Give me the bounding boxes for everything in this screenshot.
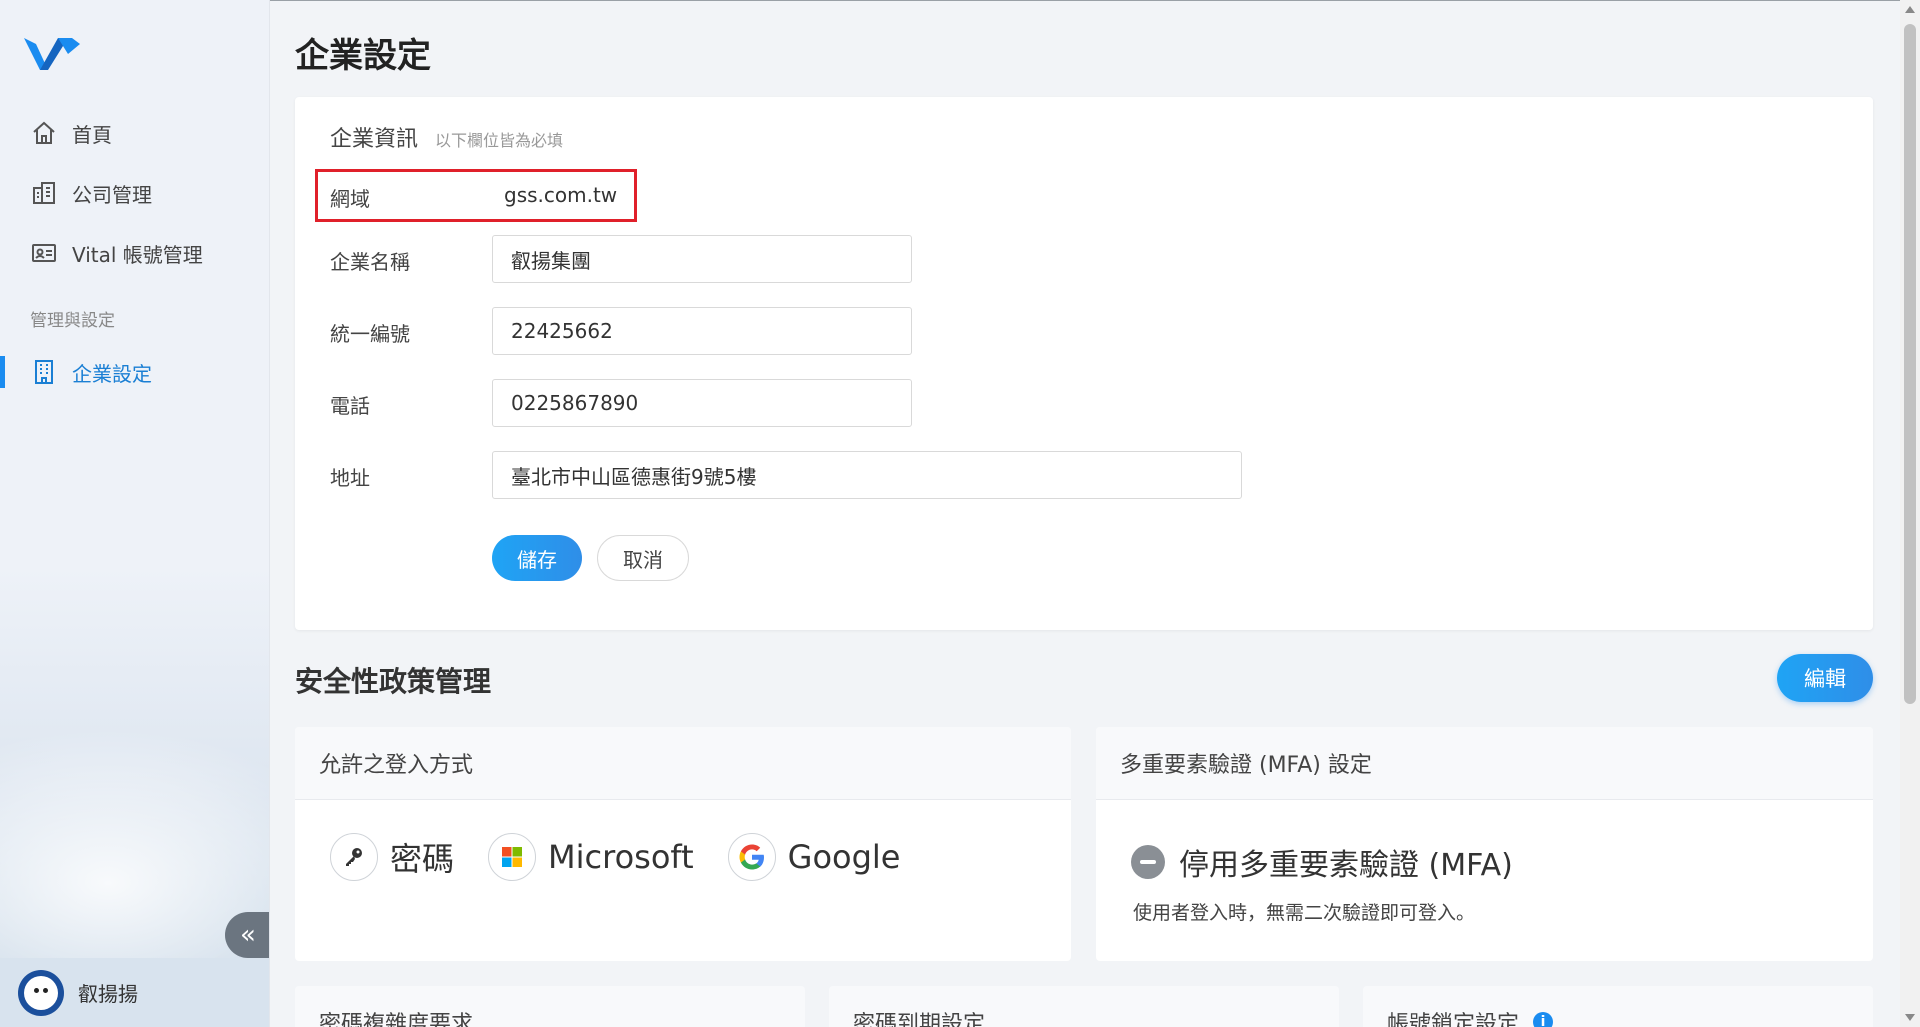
sidebar-item-vital-accounts[interactable]: Vital 帳號管理	[0, 231, 269, 275]
page-scrollbar[interactable]	[1900, 0, 1920, 1027]
account-lockout-title: 帳號鎖定設定	[1387, 1012, 1520, 1027]
microsoft-icon	[488, 833, 537, 881]
security-policy-title: 安全性政策管理	[295, 665, 492, 698]
sidebar-item-company-management[interactable]: 公司管理	[0, 171, 269, 215]
sidebar: 首頁 公司管理 Vital 帳號管理 管理與設定 企業設定 « 叡揚揚	[0, 0, 270, 1027]
phone-label: 電話	[330, 394, 370, 418]
account-lockout-heading: 帳號鎖定設定 i	[1363, 986, 1873, 1027]
sidebar-item-label: Vital 帳號管理	[72, 242, 203, 267]
address-label: 地址	[330, 466, 370, 490]
phone-field[interactable]: 0225867890	[492, 379, 912, 427]
building-icon	[30, 179, 58, 207]
edit-button[interactable]: 編輯	[1777, 654, 1873, 702]
scroll-down-icon[interactable]	[1905, 1014, 1915, 1021]
key-icon	[330, 833, 378, 881]
company-info-card: 企業資訊 以下欄位皆為必填 網域 gss.com.tw 企業名稱 叡揚集團 統一…	[295, 97, 1873, 630]
cancel-button[interactable]: 取消	[597, 535, 689, 581]
id-card-icon	[30, 239, 58, 267]
user-name: 叡揚揚	[78, 982, 138, 1006]
app-logo[interactable]	[22, 30, 82, 78]
required-note: 以下欄位皆為必填	[435, 131, 564, 150]
password-expiry-title: 密碼到期設定	[829, 986, 1339, 1027]
login-method-google: Google	[727, 833, 901, 881]
google-icon	[727, 833, 776, 881]
sidebar-item-enterprise-settings[interactable]: 企業設定	[0, 350, 269, 394]
minus-circle-icon	[1131, 845, 1165, 879]
scrollbar-thumb[interactable]	[1904, 24, 1916, 704]
password-complexity-panel: 密碼複雜度要求	[295, 986, 805, 1027]
domain-label: 網域	[330, 187, 370, 211]
login-method-microsoft: Microsoft	[488, 833, 694, 881]
login-method-password: 密碼	[330, 833, 454, 881]
login-methods-list: 密碼 Microsoft Google	[295, 800, 1071, 881]
company-info-title: 企業資訊	[330, 127, 419, 152]
info-icon[interactable]: i	[1533, 1012, 1554, 1027]
account-lockout-panel: 帳號鎖定設定 i	[1363, 986, 1873, 1027]
mfa-status-text: 停用多重要素驗證 (MFA)	[1179, 848, 1513, 883]
login-method-label: Microsoft	[548, 838, 694, 876]
sidebar-item-label: 首頁	[72, 122, 112, 147]
login-methods-title: 允許之登入方式	[295, 727, 1071, 800]
home-icon	[30, 119, 58, 147]
sidebar-item-label: 企業設定	[72, 361, 152, 386]
sidebar-item-label: 公司管理	[72, 182, 152, 207]
sidebar-item-home[interactable]: 首頁	[0, 111, 269, 155]
page-title: 企業設定	[295, 36, 431, 76]
tax-id-label: 統一編號	[330, 322, 410, 346]
company-name-field[interactable]: 叡揚集團	[492, 235, 912, 283]
mfa-settings-title: 多重要素驗證 (MFA) 設定	[1096, 727, 1873, 800]
mfa-status: 停用多重要素驗證 (MFA)	[1096, 800, 1873, 884]
top-divider	[270, 0, 1900, 1]
office-icon	[30, 358, 58, 386]
collapse-sidebar-button[interactable]: «	[225, 912, 269, 958]
password-complexity-title: 密碼複雜度要求	[295, 986, 805, 1027]
mfa-settings-panel: 多重要素驗證 (MFA) 設定 停用多重要素驗證 (MFA) 使用者登入時，無需…	[1096, 727, 1873, 961]
user-profile[interactable]: 叡揚揚	[0, 958, 269, 1027]
login-method-label: 密碼	[390, 840, 455, 878]
password-expiry-panel: 密碼到期設定	[829, 986, 1339, 1027]
login-method-label: Google	[787, 838, 901, 876]
save-button[interactable]: 儲存	[492, 535, 582, 581]
domain-value: gss.com.tw	[504, 183, 618, 207]
tax-id-field[interactable]: 22425662	[492, 307, 912, 355]
double-chevron-left-icon: «	[240, 920, 256, 950]
login-methods-panel: 允許之登入方式 密碼 Microsoft Google	[295, 727, 1071, 961]
scroll-up-icon[interactable]	[1905, 6, 1915, 13]
company-info-heading: 企業資訊 以下欄位皆為必填	[330, 121, 563, 153]
company-name-label: 企業名稱	[330, 250, 410, 274]
address-field[interactable]: 臺北市中山區德惠街9號5樓	[492, 451, 1242, 499]
mfa-description: 使用者登入時，無需二次驗證即可登入。	[1133, 902, 1476, 924]
avatar[interactable]	[18, 969, 64, 1016]
sidebar-section-label: 管理與設定	[30, 311, 115, 331]
